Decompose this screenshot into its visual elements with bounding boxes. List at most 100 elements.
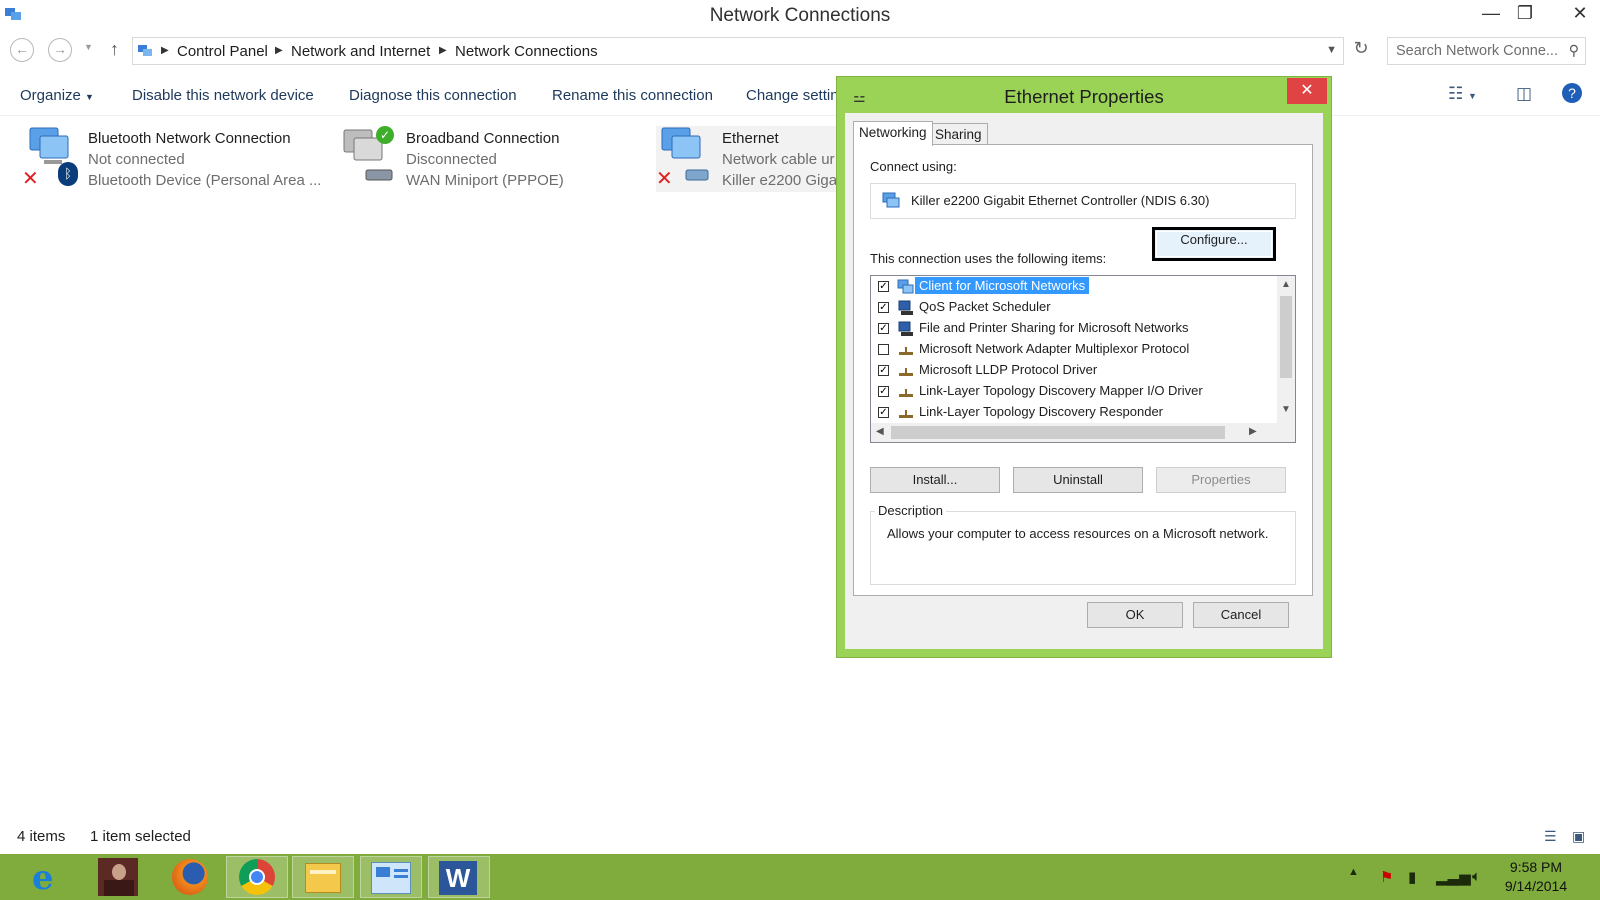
organize-menu[interactable]: Organize ▼ <box>20 87 94 104</box>
address-dropdown-icon[interactable]: ▼ <box>1326 44 1337 56</box>
install-button[interactable]: Install... <box>870 467 1000 493</box>
items-label: This connection uses the following items… <box>870 251 1107 266</box>
checkbox[interactable]: ✓ <box>878 386 889 397</box>
list-item[interactable]: ✓ Link-Layer Topology Discovery Responde… <box>871 402 1271 423</box>
item-label: Microsoft Network Adapter Multiplexor Pr… <box>919 341 1190 356</box>
components-list[interactable]: ✓ Client for Microsoft Networks ✓ QoS Pa… <box>870 275 1296 443</box>
taskbar-word[interactable]: W <box>428 856 490 898</box>
change-settings-button[interactable]: Change settin <box>746 87 839 104</box>
minimize-button[interactable]: — <box>1474 0 1508 26</box>
chevron-right-icon[interactable]: ▶ <box>439 45 447 56</box>
list-item[interactable]: ✓ Client for Microsoft Networks <box>871 276 1271 297</box>
networking-panel: Connect using: Killer e2200 Gigabit Ethe… <box>853 144 1313 596</box>
vertical-scrollbar[interactable]: ▲ ▼ <box>1277 276 1295 424</box>
action-center-flag-icon[interactable]: ⚑ <box>1380 868 1393 886</box>
green-check-icon: ✓ <box>376 126 394 144</box>
tab-networking[interactable]: Networking <box>853 121 933 146</box>
checkbox[interactable] <box>878 344 889 355</box>
scroll-right-icon[interactable]: ▶ <box>1249 426 1257 437</box>
scroll-left-icon[interactable]: ◀ <box>876 426 884 437</box>
tab-sharing[interactable]: Sharing <box>929 123 988 145</box>
system-clock[interactable]: 9:58 PM 9/14/2014 <box>1500 858 1572 896</box>
ok-button[interactable]: OK <box>1087 602 1183 628</box>
list-item[interactable]: ✓ Microsoft LLDP Protocol Driver <box>871 360 1271 381</box>
search-input[interactable]: Search Network Conne... ⚲ <box>1387 37 1586 65</box>
scroll-thumb[interactable] <box>891 426 1225 439</box>
scroll-down-icon[interactable]: ▼ <box>1281 404 1291 415</box>
battery-icon[interactable]: ▮ <box>1408 868 1416 886</box>
item-label: Client for Microsoft Networks <box>915 277 1090 294</box>
taskbar-user-photo[interactable] <box>88 856 150 898</box>
item-label: Link-Layer Topology Discovery Mapper I/O… <box>919 383 1203 398</box>
item-label: File and Printer Sharing for Microsoft N… <box>919 320 1189 335</box>
taskbar-chrome[interactable] <box>226 856 288 898</box>
connection-item-ethernet[interactable]: ✕ Ethernet Network cable ur Killer e2200… <box>656 126 836 192</box>
details-view-icon[interactable]: ☰ <box>1544 828 1557 845</box>
adapter-field: Killer e2200 Gigabit Ethernet Controller… <box>870 183 1296 219</box>
dialog-close-button[interactable]: ✕ <box>1287 78 1327 104</box>
scroll-up-icon[interactable]: ▲ <box>1281 279 1291 290</box>
scroll-thumb[interactable] <box>1280 296 1292 378</box>
taskbar-file-explorer[interactable] <box>292 856 354 898</box>
arrow-right-icon: → <box>53 41 67 57</box>
up-button[interactable]: ↑ <box>110 39 119 60</box>
close-window-button[interactable]: ✕ <box>1560 0 1600 26</box>
checkbox[interactable]: ✓ <box>878 323 889 334</box>
taskbar-firefox[interactable] <box>158 856 220 898</box>
item-count: 4 items <box>17 828 66 845</box>
list-item[interactable]: ✓ Link-Layer Topology Discovery Mapper I… <box>871 381 1271 402</box>
connection-item-broadband[interactable]: ✓ Broadband Connection Disconnected WAN … <box>340 126 610 192</box>
clock-time: 9:58 PM <box>1509 859 1563 875</box>
refresh-button[interactable]: ↻ <box>1348 38 1374 64</box>
list-item[interactable]: ✓ File and Printer Sharing for Microsoft… <box>871 318 1271 339</box>
disable-device-button[interactable]: Disable this network device <box>132 87 314 104</box>
uninstall-button[interactable]: Uninstall <box>1013 467 1143 493</box>
forward-button[interactable]: → <box>48 38 72 62</box>
configure-button[interactable]: Configure... <box>1152 227 1276 261</box>
connection-device: WAN Miniport (PPPOE) <box>406 172 564 189</box>
checkbox[interactable]: ✓ <box>878 281 889 292</box>
connection-item-bluetooth[interactable]: ✕ ᛒ Bluetooth Network Connection Not con… <box>22 126 322 192</box>
view-options-icon[interactable]: ☷ ▼ <box>1448 84 1477 104</box>
taskbar-control-panel[interactable] <box>360 856 422 898</box>
breadcrumb-control-panel[interactable]: Control Panel <box>177 43 268 60</box>
network-adapter-icon <box>882 192 900 208</box>
breadcrumb-network-connections[interactable]: Network Connections <box>455 43 598 60</box>
diagnose-connection-button[interactable]: Diagnose this connection <box>349 87 517 104</box>
taskbar-internet-explorer[interactable]: e <box>18 856 80 898</box>
control-panel-icon <box>138 45 152 56</box>
taskbar: e W ▲ ⚑ ▮ ▂▃▅ 🔈︎ 9:58 PM 9/14/2014 <box>0 854 1600 900</box>
arrow-left-icon: ← <box>15 41 29 57</box>
chevron-right-icon[interactable]: ▶ <box>275 45 283 56</box>
status-bar: 4 items 1 item selected ☰ ▣ <box>0 826 1600 850</box>
service-icon <box>898 300 913 315</box>
checkbox[interactable]: ✓ <box>878 407 889 418</box>
maximize-button[interactable]: ❐ <box>1508 0 1542 26</box>
client-network-icon <box>897 279 914 294</box>
checkbox[interactable]: ✓ <box>878 302 889 313</box>
back-button[interactable]: ← <box>10 38 34 62</box>
recent-locations-dropdown[interactable]: ▼ <box>84 42 93 52</box>
preview-pane-icon[interactable]: ◫ <box>1516 84 1532 104</box>
show-hidden-icons-icon[interactable]: ▲ <box>1348 866 1359 878</box>
organize-label: Organize <box>20 87 81 104</box>
service-icon <box>898 321 913 336</box>
large-icons-view-icon[interactable]: ▣ <box>1572 828 1585 845</box>
list-item[interactable]: ✓ QoS Packet Scheduler <box>871 297 1271 318</box>
horizontal-scrollbar[interactable]: ◀ ▶ <box>871 423 1295 442</box>
properties-button[interactable]: Properties <box>1156 467 1286 493</box>
chevron-right-icon[interactable]: ▶ <box>161 45 169 56</box>
cancel-button[interactable]: Cancel <box>1193 602 1289 628</box>
network-signal-icon[interactable]: ▂▃▅ <box>1436 868 1471 886</box>
rename-connection-button[interactable]: Rename this connection <box>552 87 713 104</box>
list-item[interactable]: Microsoft Network Adapter Multiplexor Pr… <box>871 339 1271 360</box>
breadcrumb-network-and-internet[interactable]: Network and Internet <box>291 43 430 60</box>
help-icon[interactable]: ? <box>1562 83 1582 103</box>
refresh-icon: ↻ <box>1353 38 1369 58</box>
checkbox[interactable]: ✓ <box>878 365 889 376</box>
dialog-body: Networking Sharing Connect using: Killer… <box>845 113 1323 649</box>
volume-icon[interactable]: 🔈︎ <box>1472 868 1481 885</box>
file-explorer-icon <box>305 863 341 893</box>
item-label: Microsoft LLDP Protocol Driver <box>919 362 1098 377</box>
address-bar[interactable]: ▶ Control Panel ▶ Network and Internet ▶… <box>132 37 1344 65</box>
